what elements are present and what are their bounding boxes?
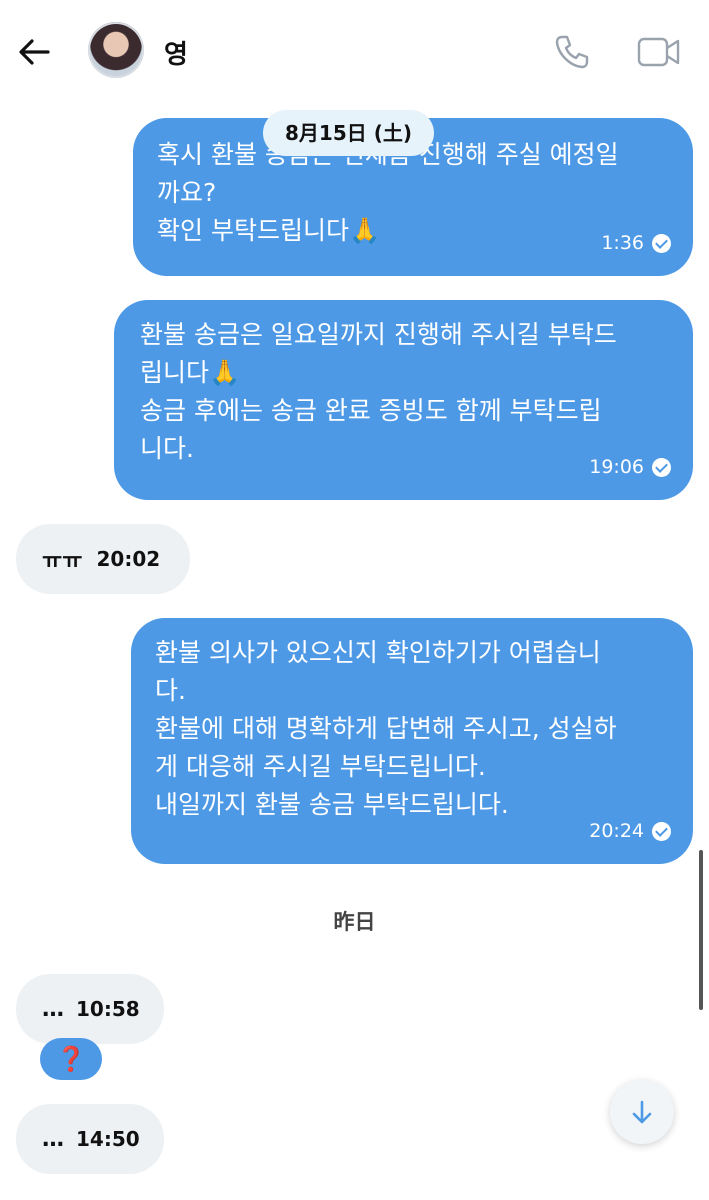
chat-header: 영 [0, 0, 709, 100]
phone-icon [555, 35, 589, 69]
message-bubble-outgoing[interactable]: 환불 송금은 일요일까지 진행해 주시길 부탁드 립니다🙏 송금 후에는 송금 … [114, 300, 693, 500]
day-divider: 昨日 [333, 910, 376, 934]
message-time: 10:58 [76, 997, 140, 1021]
read-check-icon [652, 821, 671, 841]
message-meta: 1:36 [601, 224, 671, 262]
read-check-icon [652, 233, 671, 253]
call-button[interactable] [552, 32, 592, 72]
message-text: 환불 의사가 있으신지 확인하기가 어렵습니 다. 환불에 대해 명확하게 답변… [155, 638, 617, 819]
message-time: 1:36 [601, 232, 644, 254]
message-time: 19:06 [589, 456, 644, 478]
message-bubble-incoming[interactable]: ㅠㅠ 20:02 [16, 524, 190, 594]
scrollbar[interactable] [699, 850, 703, 1010]
back-button[interactable] [14, 32, 54, 72]
reaction-badge[interactable]: ❓ [40, 1038, 102, 1080]
video-call-button[interactable] [636, 34, 682, 70]
message-bubble-outgoing[interactable]: 환불 의사가 있으신지 확인하기가 어렵습니 다. 환불에 대해 명확하게 답변… [131, 618, 693, 864]
arrow-left-icon [19, 39, 50, 65]
message-text: … [42, 996, 64, 1022]
scroll-to-bottom-button[interactable] [610, 1080, 674, 1144]
arrow-down-icon [632, 1100, 652, 1124]
message-text: 환불 송금은 일요일까지 진행해 주시길 부탁드 립니다🙏 송금 후에는 송금 … [140, 320, 617, 463]
message-meta: 20:24 [589, 812, 671, 850]
message-text: … [42, 1126, 64, 1152]
avatar[interactable] [88, 22, 144, 78]
contact-name[interactable]: 영 [164, 34, 188, 71]
message-text: ㅠㅠ [42, 549, 83, 574]
message-time: 20:24 [589, 820, 644, 842]
read-check-icon [652, 457, 671, 477]
message-bubble-incoming[interactable]: … 10:58 [16, 974, 164, 1044]
message-bubble-incoming[interactable]: … 14:50 [16, 1104, 164, 1174]
video-camera-icon [637, 37, 680, 67]
date-separator: 8月15日 (土) [263, 110, 434, 156]
message-meta: 19:06 [589, 448, 671, 486]
message-time: 14:50 [76, 1127, 140, 1151]
message-time: 20:02 [96, 547, 161, 571]
